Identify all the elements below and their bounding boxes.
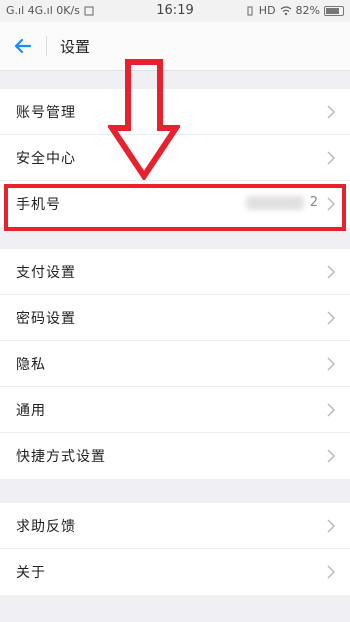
header-divider <box>46 36 47 56</box>
chevron-right-icon <box>327 357 336 371</box>
settings-item-general[interactable]: 通用 <box>0 387 350 433</box>
settings-group-general: 支付设置 密码设置 隐私 通用 快捷方式设置 <box>0 249 350 479</box>
battery-percent: 82% <box>295 4 320 17</box>
settings-item-label: 通用 <box>16 403 46 419</box>
chevron-right-icon <box>327 449 336 463</box>
settings-item-label: 账号管理 <box>16 105 76 121</box>
settings-item-about[interactable]: 关于 <box>0 549 350 595</box>
settings-item-label: 密码设置 <box>16 311 76 327</box>
chevron-right-icon <box>327 565 336 579</box>
settings-item-label: 关于 <box>16 565 46 581</box>
chevron-right-icon <box>327 519 336 533</box>
settings-item-label: 快捷方式设置 <box>16 449 106 465</box>
back-arrow-icon[interactable] <box>10 33 36 59</box>
annotation-down-arrow-icon <box>108 59 180 180</box>
status-right: HD 82% <box>245 4 344 17</box>
settings-item-privacy[interactable]: 隐私 <box>0 341 350 387</box>
settings-item-payment[interactable]: 支付设置 <box>0 249 350 295</box>
annotation-highlight-box <box>4 184 346 231</box>
settings-item-label: 安全中心 <box>16 151 76 167</box>
settings-item-feedback[interactable]: 求助反馈 <box>0 503 350 549</box>
chevron-right-icon <box>327 311 336 325</box>
wifi-icon <box>280 5 291 15</box>
hd-indicator: HD <box>258 4 276 17</box>
chevron-right-icon <box>327 151 336 165</box>
settings-item-shortcuts[interactable]: 快捷方式设置 <box>0 433 350 479</box>
settings-item-label: 隐私 <box>16 357 46 373</box>
settings-item-label: 支付设置 <box>16 265 76 281</box>
chevron-right-icon <box>327 105 336 119</box>
chevron-right-icon <box>327 265 336 279</box>
settings-item-password[interactable]: 密码设置 <box>0 295 350 341</box>
page-title: 设置 <box>60 38 91 56</box>
settings-group-help: 求助反馈 关于 <box>0 503 350 595</box>
chevron-right-icon <box>327 403 336 417</box>
vibrate-icon <box>247 6 253 15</box>
settings-item-label: 求助反馈 <box>16 519 76 535</box>
status-bar: G.ıl 4G.ıl 0K/s 16:19 HD 82% <box>0 0 350 22</box>
battery-icon <box>324 5 344 16</box>
